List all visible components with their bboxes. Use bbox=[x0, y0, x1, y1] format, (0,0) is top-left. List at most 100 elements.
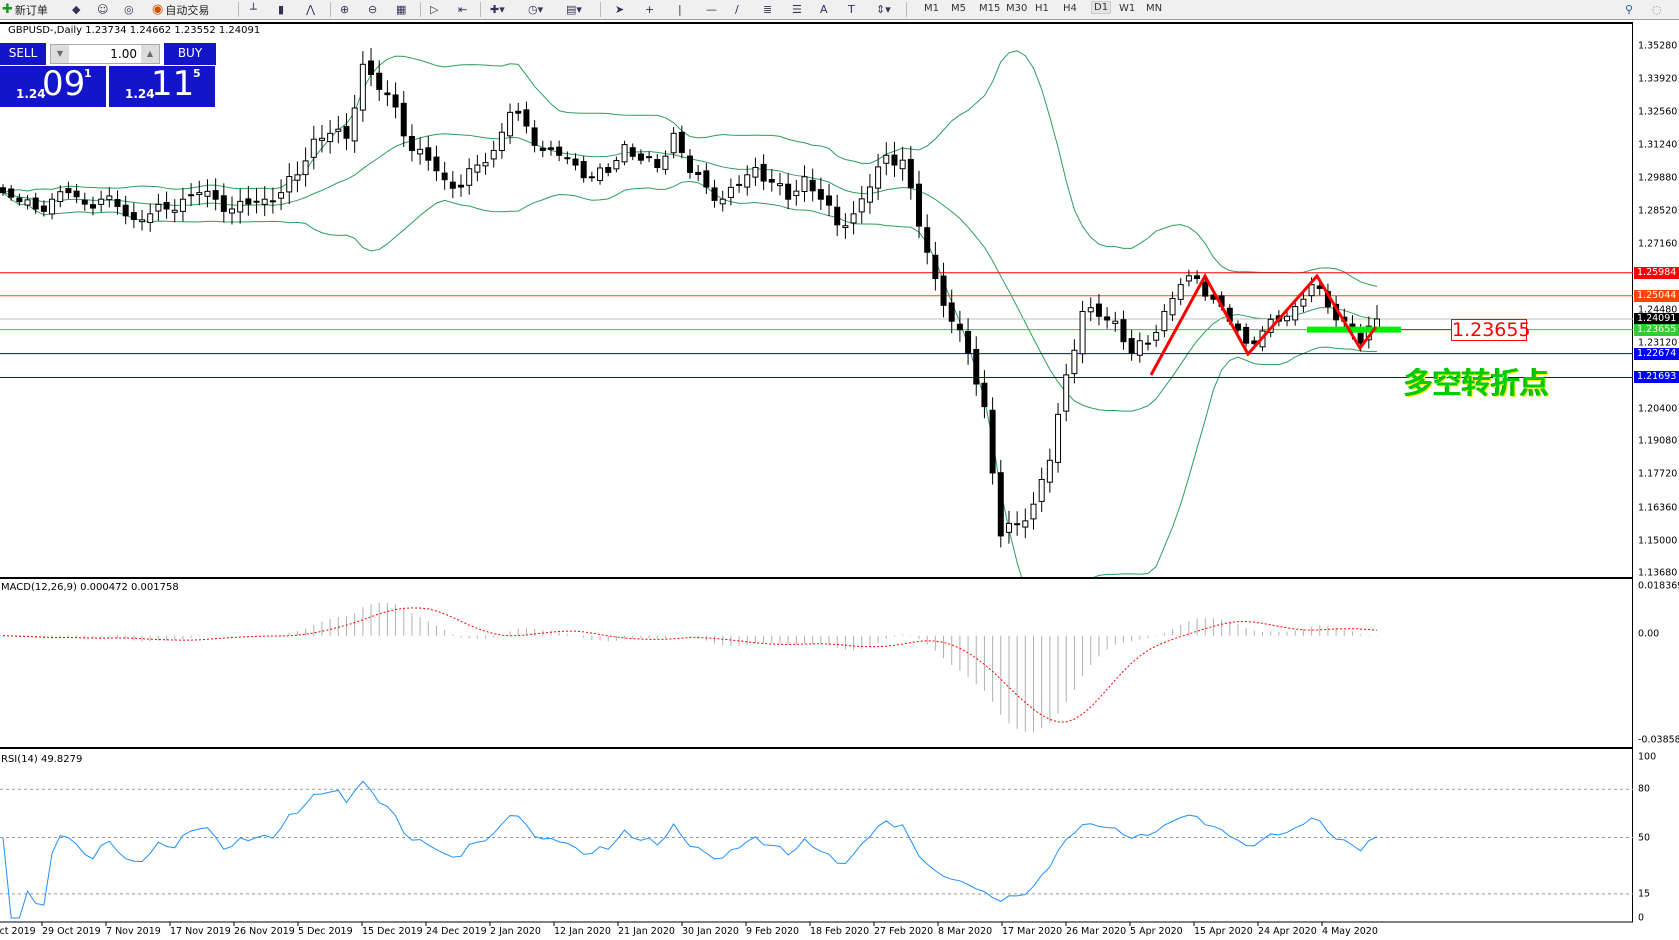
turning-point-annotation[interactable]: 多空转折点 bbox=[1404, 360, 1549, 402]
lot-size-input[interactable]: 1.00 bbox=[110, 47, 137, 61]
one-click-trading-panel: SELL ▼ 1.00 ▲ BUY 1.24 09 1 1.24 11 5 bbox=[0, 43, 216, 107]
candle bbox=[776, 172, 783, 196]
price-axis-label: 1.27160 bbox=[1638, 238, 1678, 250]
candle-body bbox=[343, 125, 350, 139]
candle-body bbox=[449, 181, 456, 189]
candle-body bbox=[981, 382, 988, 408]
candle bbox=[1136, 332, 1143, 363]
candle bbox=[515, 102, 522, 121]
candle-body bbox=[654, 159, 661, 169]
candle bbox=[1128, 329, 1135, 361]
candle bbox=[899, 146, 906, 181]
lot-size-stepper[interactable]: ▼ 1.00 ▲ bbox=[50, 44, 160, 64]
candle bbox=[302, 147, 309, 187]
candle-body bbox=[278, 192, 285, 199]
candle bbox=[752, 157, 759, 186]
candle bbox=[155, 193, 162, 221]
candle bbox=[65, 181, 72, 199]
rsi-axis-label: 100 bbox=[1638, 751, 1657, 763]
candle bbox=[139, 209, 146, 231]
candle-body bbox=[817, 189, 824, 200]
candle-body bbox=[237, 200, 244, 213]
chart-canvas[interactable] bbox=[0, 0, 1679, 940]
candle-body bbox=[1030, 503, 1037, 520]
candle bbox=[793, 179, 800, 206]
ask-price[interactable]: 1.24 11 5 bbox=[109, 64, 215, 107]
candle bbox=[1120, 310, 1127, 350]
bid-price[interactable]: 1.24 09 1 bbox=[0, 64, 106, 107]
candle bbox=[417, 137, 424, 165]
macd-label: MACD(12,26,9) 0.000472 0.001758 bbox=[1, 582, 179, 593]
candle-body bbox=[376, 72, 383, 90]
candle-body bbox=[883, 154, 890, 164]
candle-body bbox=[1161, 310, 1168, 332]
increase-lot-icon[interactable]: ▲ bbox=[141, 45, 159, 63]
candle-body bbox=[458, 184, 464, 188]
candle bbox=[392, 82, 399, 119]
candle-body bbox=[400, 102, 407, 137]
candle-body bbox=[1300, 298, 1307, 307]
candle bbox=[539, 140, 546, 158]
date-label: 24 Apr 2020 bbox=[1258, 926, 1317, 937]
candle-body bbox=[24, 199, 31, 206]
candle-body bbox=[629, 147, 636, 157]
candle bbox=[253, 188, 260, 214]
date-label: 5 Apr 2020 bbox=[1130, 926, 1183, 937]
candle bbox=[433, 145, 440, 182]
macd-zero-label: 0.00 bbox=[1638, 628, 1660, 640]
candle-body bbox=[826, 195, 833, 206]
candle-body bbox=[646, 156, 653, 159]
candle bbox=[678, 125, 685, 159]
candle-body bbox=[408, 135, 415, 151]
candle-body bbox=[1063, 374, 1070, 412]
candle-body bbox=[425, 147, 432, 161]
sell-button[interactable]: SELL bbox=[0, 43, 46, 65]
candle bbox=[646, 151, 653, 163]
candle bbox=[883, 142, 890, 176]
decrease-lot-icon[interactable]: ▼ bbox=[51, 45, 69, 63]
candle bbox=[858, 186, 865, 224]
macd-signal-line bbox=[2, 607, 1378, 723]
candle-body bbox=[605, 166, 612, 173]
candle bbox=[1185, 269, 1192, 287]
buy-button[interactable]: BUY bbox=[164, 43, 216, 65]
price-tag-1.25984: 1.25984 bbox=[1634, 266, 1679, 279]
candle-body bbox=[1120, 319, 1127, 343]
candle-body bbox=[89, 204, 96, 209]
candle bbox=[834, 194, 841, 236]
date-label: 12 Jan 2020 bbox=[554, 926, 611, 937]
candle-body bbox=[1104, 316, 1111, 321]
candle-body bbox=[1014, 523, 1021, 526]
candle-body bbox=[139, 219, 146, 223]
candle-body bbox=[32, 197, 39, 210]
candle bbox=[801, 165, 808, 202]
candle-body bbox=[597, 167, 604, 181]
candle-body bbox=[842, 225, 849, 229]
candle bbox=[351, 94, 358, 153]
candle-body bbox=[310, 138, 317, 158]
candle bbox=[122, 195, 129, 225]
candle bbox=[1038, 467, 1045, 513]
candle-body bbox=[122, 204, 129, 217]
candle-body bbox=[359, 63, 366, 111]
candle bbox=[384, 80, 391, 107]
price-axis-label: 1.15000 bbox=[1638, 535, 1678, 547]
candle-body bbox=[57, 191, 64, 202]
price-axis-label: 1.31240 bbox=[1638, 139, 1678, 151]
candle bbox=[605, 163, 612, 177]
candle-body bbox=[1153, 331, 1160, 341]
candle-body bbox=[580, 161, 587, 179]
candle bbox=[188, 183, 195, 207]
candle-body bbox=[294, 174, 301, 181]
price-annotation-box[interactable]: 1.23655 bbox=[1451, 319, 1531, 341]
candle-body bbox=[261, 198, 268, 205]
price-tag-1.25044: 1.25044 bbox=[1634, 289, 1679, 302]
candle bbox=[956, 310, 963, 342]
candle bbox=[703, 163, 710, 195]
candle-body bbox=[1087, 307, 1094, 313]
candle bbox=[425, 136, 432, 171]
candle-body bbox=[834, 206, 841, 226]
candle-body bbox=[81, 199, 88, 205]
candle-body bbox=[899, 159, 906, 170]
candle bbox=[408, 124, 415, 162]
